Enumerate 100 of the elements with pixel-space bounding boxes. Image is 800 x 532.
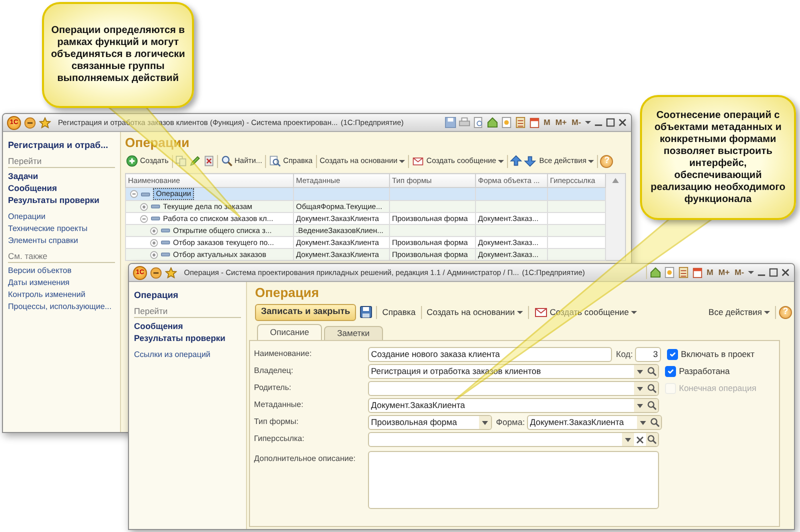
preview-icon[interactable] (472, 117, 484, 128)
dropdown-icon[interactable] (634, 364, 646, 378)
checkbox-label: Разработана (679, 364, 730, 378)
sidebar-link[interactable]: Операции (8, 211, 115, 223)
dropdown-icon[interactable] (636, 416, 649, 428)
collapse-icon[interactable] (130, 190, 138, 198)
checkbox[interactable] (666, 348, 678, 360)
memory-button[interactable]: M (706, 266, 714, 278)
house-icon[interactable] (486, 117, 498, 128)
close-icon[interactable] (781, 268, 790, 277)
field-input[interactable]: Создание нового заказа клиента (369, 348, 611, 360)
dropdown-icon[interactable] (479, 416, 491, 428)
scrollbar[interactable] (606, 173, 626, 261)
sidebar-title: Операция (134, 289, 180, 301)
close-icon[interactable] (618, 118, 627, 127)
lookup-field[interactable]: Документ.ЗаказКлиента (526, 414, 662, 430)
calendar-icon[interactable] (692, 267, 703, 278)
house-icon[interactable] (650, 267, 661, 278)
menu-icon[interactable] (150, 266, 162, 278)
star-icon[interactable] (39, 116, 51, 128)
section-caption: Перейти (134, 306, 241, 318)
sidebar-command[interactable]: Сообщения (134, 320, 241, 332)
down-arrow-icon[interactable] (524, 155, 536, 167)
section-caption: Перейти (8, 156, 115, 168)
field-input[interactable]: Документ.ЗаказКлиента (528, 416, 637, 428)
scroll-up-icon[interactable] (612, 178, 619, 183)
collapse-icon[interactable] (140, 214, 148, 222)
toolbar-button[interactable]: Все действия (706, 304, 772, 320)
memory-button[interactable]: M (542, 116, 552, 128)
search-icon[interactable] (646, 364, 658, 378)
memory-button[interactable]: M- (734, 266, 745, 278)
pencil-icon[interactable] (188, 155, 201, 167)
maximize-icon[interactable] (606, 118, 615, 127)
up-arrow-icon[interactable] (510, 155, 522, 167)
maximize-icon[interactable] (769, 268, 778, 277)
field-label: Гиперссылка: (254, 433, 306, 445)
field-input[interactable]: Произвольная форма (369, 416, 479, 428)
sidebar-link[interactable]: Даты изменения (8, 277, 115, 289)
sidebar-command[interactable]: Результаты проверки (134, 332, 241, 344)
callout-note: Соотнесение операций с объектами метаданных и конкретными формами позволяет выстроить интерфейс, обеспечивающий реализацию необходимого функционала (640, 95, 796, 220)
memory-button[interactable]: M- (570, 116, 582, 128)
form-heading: Операция (254, 284, 320, 302)
search-icon[interactable] (646, 398, 658, 412)
star-icon[interactable] (165, 266, 177, 278)
create-message-button[interactable]: Создать сообщение (532, 304, 639, 320)
dropdown-icon[interactable] (634, 382, 646, 394)
checkbox-label: Включать в проект (680, 348, 754, 360)
search-icon[interactable] (646, 432, 658, 446)
field-label: Наименование: (254, 348, 313, 360)
calculator-icon[interactable] (514, 117, 526, 128)
memory-button[interactable]: M+ (717, 266, 731, 278)
sidebar-link[interactable]: Элементы справки (8, 235, 115, 247)
sidebar-command[interactable]: Результаты проверки (8, 194, 115, 206)
dropdown-icon[interactable] (622, 432, 634, 446)
caret-icon[interactable] (585, 121, 591, 124)
plus-circle-icon (126, 155, 138, 167)
sidebar-link[interactable]: Процессы, использующие... (8, 301, 115, 313)
dropdown-icon[interactable] (634, 398, 646, 412)
memory-button[interactable]: M+ (554, 116, 568, 128)
sidebar-command[interactable]: Задачи (8, 170, 115, 182)
description-field[interactable] (368, 451, 659, 509)
tab[interactable]: Заметки (324, 326, 383, 340)
printer-icon[interactable] (458, 117, 470, 128)
caret-icon[interactable] (748, 271, 754, 274)
save-icon[interactable] (359, 305, 374, 319)
search-icon[interactable] (648, 416, 661, 428)
sidebar-link[interactable]: Контроль изменений (8, 289, 115, 301)
menu-icon[interactable] (24, 116, 36, 128)
field-label: Тип формы: (254, 416, 300, 428)
field-label: Родитель: (254, 382, 292, 394)
checkbox[interactable] (665, 366, 676, 376)
expand-icon[interactable] (150, 226, 158, 234)
envelope-icon (534, 305, 548, 319)
field-label: Дополнительное описание: (254, 453, 357, 465)
expand-icon[interactable] (150, 250, 158, 258)
search-icon[interactable] (646, 382, 658, 394)
toolbar-button[interactable]: Создать на основании (424, 304, 525, 320)
expand-icon[interactable] (150, 238, 158, 246)
callout-note: Операции определяются в рамках функций и могут объединяться в логически связанные группы выполняемых действий (42, 2, 194, 108)
delete-icon[interactable] (202, 155, 215, 167)
lookup-field[interactable]: Документ.ЗаказКлиента (368, 398, 659, 412)
sidebar-link[interactable]: Ссылки из операций (134, 349, 241, 361)
envelope-icon (412, 155, 424, 167)
calculator-icon[interactable] (678, 267, 689, 278)
sidebar-title: Регистрация и отраб... (8, 139, 110, 151)
lookup-field[interactable] (368, 380, 659, 396)
tab[interactable]: Описание (257, 324, 322, 340)
field-input[interactable]: Документ.ЗаказКлиента (369, 398, 634, 412)
sidebar-link[interactable]: Версии объектов (8, 265, 115, 277)
toolbar-button[interactable]: Справка (380, 304, 418, 320)
calendar-icon[interactable] (528, 117, 540, 128)
save-close-button[interactable]: Записать и закрыть (255, 304, 356, 320)
lookup-field[interactable] (368, 432, 659, 446)
sidebar-command[interactable]: Сообщения (8, 182, 115, 194)
expand-icon[interactable] (140, 202, 148, 210)
dropdown-field[interactable]: Произвольная форма (368, 414, 492, 430)
sidebar-link[interactable]: Технические проекты (8, 223, 115, 235)
field-label: Метаданные: (254, 399, 304, 411)
search-icon (220, 155, 233, 167)
field-input[interactable]: 3 (636, 348, 660, 360)
